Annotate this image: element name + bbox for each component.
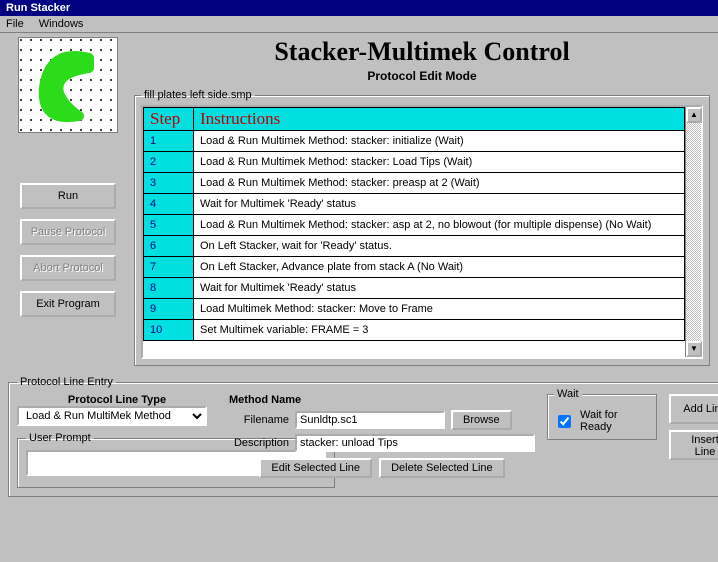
table-row[interactable]: 9Load Multimek Method: stacker: Move to … (144, 299, 685, 320)
step-cell: 9 (144, 299, 194, 320)
instruction-cell: On Left Stacker, wait for 'Ready' status… (194, 236, 685, 257)
step-cell: 1 (144, 131, 194, 152)
instruction-cell: Load & Run Multimek Method: stacker: pre… (194, 173, 685, 194)
window-title: Run Stacker (6, 2, 70, 14)
protocol-fieldset: fill plates left side.smp Step Instructi… (134, 89, 710, 366)
protocol-table: Step Instructions 1Load & Run Multimek M… (143, 107, 685, 341)
page-subtitle: Protocol Edit Mode (134, 69, 710, 83)
table-row[interactable]: 1Load & Run Multimek Method: stacker: in… (144, 131, 685, 152)
methodname-label: Method Name (229, 394, 535, 406)
linetype-select[interactable]: Load & Run MultiMek Method (17, 406, 207, 426)
filename-label: Filename (229, 414, 289, 426)
instruction-cell: On Left Stacker, Advance plate from stac… (194, 257, 685, 278)
filename-input[interactable] (295, 411, 445, 429)
step-cell: 8 (144, 278, 194, 299)
entry-fieldset: Protocol Line Entry Protocol Line Type L… (8, 376, 718, 497)
title-bar: Run Stacker (0, 0, 718, 16)
abort-button[interactable]: Abort Protocol (20, 255, 116, 281)
delete-selected-button[interactable]: Delete Selected Line (379, 458, 505, 478)
edit-selected-button[interactable]: Edit Selected Line (259, 458, 372, 478)
scroll-up-icon[interactable]: ▲ (686, 107, 702, 123)
instruction-cell: Load & Run Multimek Method: stacker: Loa… (194, 152, 685, 173)
wait-fieldset: Wait Wait for Ready (547, 394, 657, 440)
insertline-button[interactable]: Insert Line (669, 430, 718, 460)
addline-button[interactable]: Add Line (669, 394, 718, 424)
page-title: Stacker-Multimek Control (134, 37, 710, 67)
step-cell: 10 (144, 320, 194, 341)
table-row[interactable]: 10Set Multimek variable: FRAME = 3 (144, 320, 685, 341)
step-cell: 7 (144, 257, 194, 278)
desc-label: Description (229, 437, 289, 449)
pause-button[interactable]: Pause Protocol (20, 219, 116, 245)
table-row[interactable]: 4Wait for Multimek 'Ready' status (144, 194, 685, 215)
step-cell: 6 (144, 236, 194, 257)
instruction-cell: Load & Run Multimek Method: stacker: asp… (194, 215, 685, 236)
table-row[interactable]: 6On Left Stacker, wait for 'Ready' statu… (144, 236, 685, 257)
col-step: Step (144, 108, 194, 131)
table-row[interactable]: 8Wait for Multimek 'Ready' status (144, 278, 685, 299)
menu-windows[interactable]: Windows (39, 18, 84, 30)
table-row[interactable]: 2Load & Run Multimek Method: stacker: Lo… (144, 152, 685, 173)
linetype-label: Protocol Line Type (17, 394, 217, 406)
protocol-filename-legend: fill plates left side.smp (141, 89, 255, 101)
scrollbar[interactable]: ▲ ▼ (685, 107, 701, 357)
instruction-cell: Wait for Multimek 'Ready' status (194, 278, 685, 299)
logo (18, 37, 118, 133)
step-cell: 5 (144, 215, 194, 236)
desc-input[interactable] (295, 434, 535, 452)
exit-button[interactable]: Exit Program (20, 291, 116, 317)
table-row[interactable]: 3Load & Run Multimek Method: stacker: pr… (144, 173, 685, 194)
scroll-down-icon[interactable]: ▼ (686, 341, 702, 357)
wait-checkbox[interactable] (558, 415, 571, 428)
wait-legend: Wait (554, 388, 582, 400)
run-button[interactable]: Run (20, 183, 116, 209)
step-cell: 4 (144, 194, 194, 215)
scroll-track[interactable] (686, 123, 701, 341)
menu-file[interactable]: File (6, 18, 24, 30)
col-instructions: Instructions (194, 108, 685, 131)
userprompt-legend: User Prompt (26, 432, 94, 444)
instruction-cell: Load & Run Multimek Method: stacker: ini… (194, 131, 685, 152)
browse-button[interactable]: Browse (451, 410, 512, 430)
table-row[interactable]: 5Load & Run Multimek Method: stacker: as… (144, 215, 685, 236)
step-cell: 2 (144, 152, 194, 173)
entry-legend: Protocol Line Entry (17, 376, 116, 388)
wait-label: Wait for Ready (580, 409, 650, 433)
step-cell: 3 (144, 173, 194, 194)
instruction-cell: Set Multimek variable: FRAME = 3 (194, 320, 685, 341)
menu-bar: File Windows (0, 16, 718, 33)
table-row[interactable]: 7On Left Stacker, Advance plate from sta… (144, 257, 685, 278)
instruction-cell: Load Multimek Method: stacker: Move to F… (194, 299, 685, 320)
instruction-cell: Wait for Multimek 'Ready' status (194, 194, 685, 215)
protocol-table-wrap: Step Instructions 1Load & Run Multimek M… (141, 105, 703, 359)
